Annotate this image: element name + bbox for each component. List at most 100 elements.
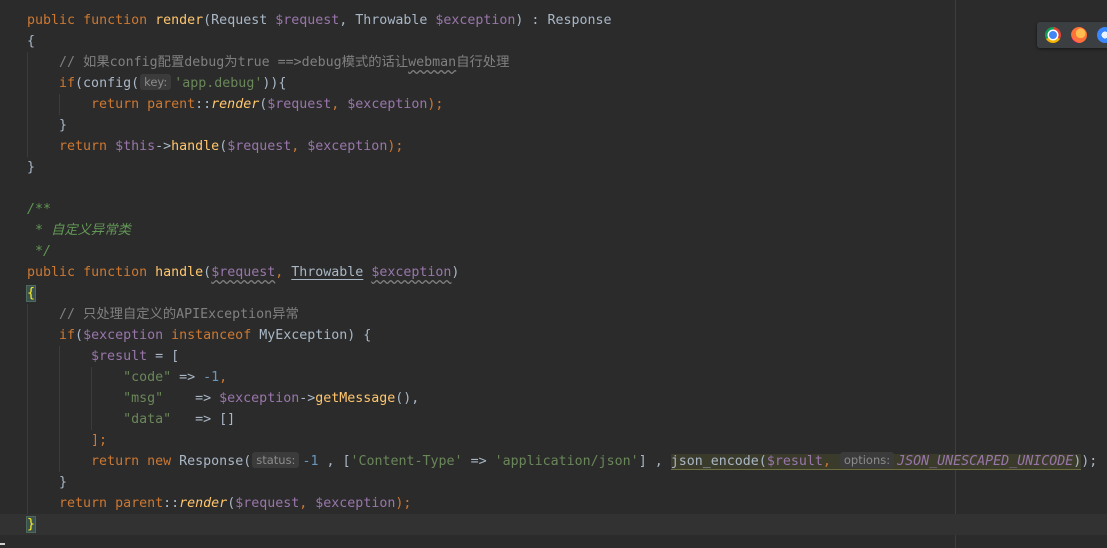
code-line-24[interactable]: return parent::render($request, $excepti… [0,493,1107,514]
keyword: return [91,454,140,469]
comment: // 如果config配置debug为true ==>debug模式的话让 [59,55,409,70]
variable: $exception [315,496,396,511]
indent-guide [27,409,28,430]
safari-icon[interactable] [1097,27,1107,43]
code-line-14[interactable]: { [0,283,1107,304]
code-line-9[interactable] [0,178,1107,199]
variable: $this [115,139,156,154]
code-text: :: [163,496,180,511]
code-line-10[interactable]: /** [0,199,1107,220]
comment: // 只处理自定义的APIException异常 [59,307,299,322]
code-text: } [27,160,36,175]
class-name: Response( [179,454,252,469]
indent-guide [27,136,28,157]
code-text: , [275,265,292,280]
indent-guide [59,388,60,409]
indent-guide [91,367,92,388]
code-text: ) [451,265,460,280]
indent-guide [27,73,28,94]
code-line-12[interactable]: */ [0,241,1107,262]
function-name: handle [155,265,204,280]
firefox-icon[interactable] [1071,27,1087,43]
code-text: ( [75,328,84,343]
code-line-8[interactable]: } [0,157,1107,178]
code-text: (config( [75,76,140,91]
number-literal: -1 [302,454,319,469]
code-text: ) : Response [515,13,612,28]
code-line-17[interactable]: $result = [ [0,346,1107,367]
doc-comment: * 自定义异常类 [27,223,131,238]
code-line-2[interactable]: { [0,31,1107,52]
code-line-22[interactable]: return new Response(status: -1 , ['Conten… [0,451,1107,472]
code-line-20[interactable]: "data" => [] [0,409,1107,430]
keyword: return [59,139,108,154]
code-line-5[interactable]: return parent::render($request, $excepti… [0,94,1107,115]
code-line-7[interactable]: return $this->handle($request, $exceptio… [0,136,1107,157]
code-text: { [27,34,36,49]
variable: $request [267,97,332,112]
class-name: MyException [259,328,348,343]
code-text: , [219,370,228,385]
code-text: )){ [262,76,287,91]
string-literal: "code" [123,370,172,385]
keyword: public [27,265,76,280]
comment: 自行处理 [456,55,510,70]
code-line-16[interactable]: if($exception instanceof MyException) { [0,325,1107,346]
code-text: => [] [171,412,236,427]
string-literal: "msg" [123,391,164,406]
variable: $exception [83,328,164,343]
highlighted-call[interactable]: json_encode($result, options: JSON_UNESCA… [670,452,1082,470]
indent-guide [27,493,28,514]
code-text: => [462,454,495,469]
matched-brace: { [25,285,37,302]
code-line-18[interactable]: "code" => -1, [0,367,1107,388]
code-line-3[interactable]: // 如果config配置debug为true ==>debug模式的话让web… [0,52,1107,73]
keyword: public [27,13,76,28]
indent-guide [27,325,28,346]
keyword: instanceof [171,328,252,343]
variable: $request [235,496,300,511]
doc-comment: */ [27,244,52,259]
variable: $request [275,13,340,28]
variable: $exception [347,97,428,112]
code-line-13[interactable]: public function handle($request, Throwab… [0,262,1107,283]
code-area[interactable]: public function render(Request $request,… [0,10,1107,535]
indent-guide [91,409,92,430]
keyword: function [83,265,148,280]
code-line-15[interactable]: // 只处理自定义的APIException异常 [0,304,1107,325]
code-text: , [ [318,454,351,469]
code-line-4[interactable]: if(config(key:'app.debug')){ [0,73,1107,94]
code-line-25[interactable]: } [0,514,1107,535]
variable: $exception [435,13,516,28]
indent-guide [59,346,60,367]
code-text: } [59,475,68,490]
indent-guide [91,388,92,409]
code-text: , [291,139,308,154]
code-text: } [59,118,68,133]
constant: JSON_UNESCAPED_UNICODE [897,454,1074,469]
code-text: ); [427,97,444,112]
code-editor[interactable]: public function render(Request $request,… [0,0,1107,548]
indent-guide [59,367,60,388]
code-line-6[interactable]: } [0,115,1107,136]
typo-comment: webman [408,55,457,70]
chrome-icon[interactable] [1045,27,1061,43]
string-literal: "data" [123,412,172,427]
variable: $request [227,139,292,154]
code-text: = [ [147,349,180,364]
keyword: parent [115,496,164,511]
method-call: render [211,97,260,112]
code-line-19[interactable]: "msg" => $exception->getMessage(), [0,388,1107,409]
code-line-21[interactable]: ]; [0,430,1107,451]
code-line-1[interactable]: public function render(Request $request,… [0,10,1107,31]
code-line-23[interactable]: } [0,472,1107,493]
variable: $exception [219,391,300,406]
indent-guide [27,346,28,367]
method-call: getMessage [315,391,396,406]
indent-guide [27,52,28,73]
code-line-11[interactable]: * 自定义异常类 [0,220,1107,241]
code-text: , [299,496,316,511]
code-text: (), [395,391,420,406]
variable: $result [91,349,148,364]
code-text: ) { [347,328,372,343]
